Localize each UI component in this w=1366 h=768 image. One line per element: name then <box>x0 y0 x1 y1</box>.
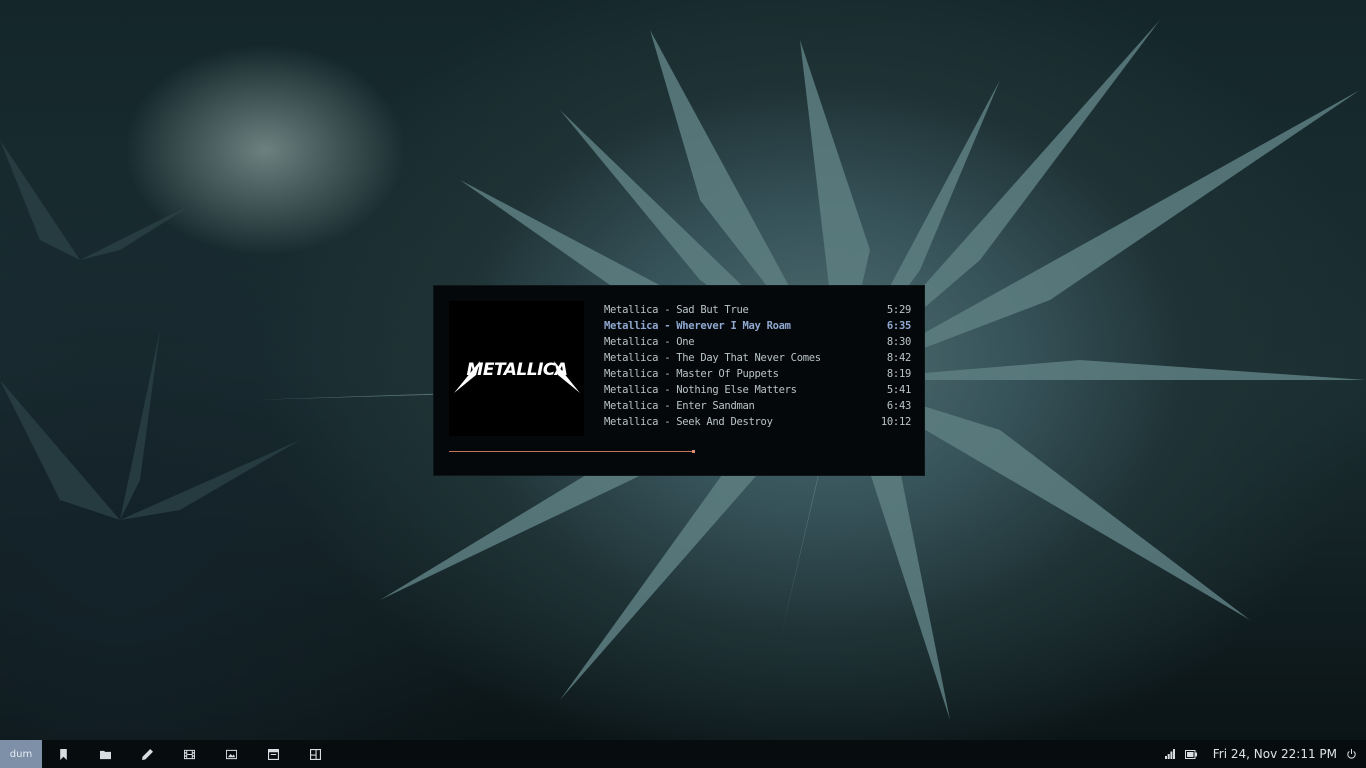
track-title: Metallica - Wherever I May Roam <box>604 320 791 332</box>
track-duration: 6:35 <box>886 320 911 332</box>
playlist-track[interactable]: Metallica - Seek And Destroy 10:12 <box>604 414 911 430</box>
window-icon <box>267 748 279 760</box>
track-duration: 6:43 <box>886 400 911 412</box>
music-player-window: METALLICA Metallica - Sad But True 5:29 … <box>433 285 925 476</box>
track-title: Metallica - One <box>604 336 695 348</box>
track-title: Metallica - Nothing Else Matters <box>604 384 797 396</box>
layout-icon <box>309 748 321 760</box>
playlist-track[interactable]: Metallica - Master Of Puppets 8:19 <box>604 366 911 382</box>
track-title: Metallica - Master Of Puppets <box>604 368 779 380</box>
playlist: Metallica - Sad But True 5:29 Metallica … <box>604 302 911 430</box>
playlist-track[interactable]: Metallica - Sad But True 5:29 <box>604 302 911 318</box>
playback-progress-fill <box>449 450 695 453</box>
video-launcher[interactable] <box>168 740 210 768</box>
image-icon <box>225 749 237 759</box>
playback-progress-bar[interactable] <box>449 450 911 453</box>
battery-icon[interactable] <box>1184 749 1197 759</box>
track-title: Metallica - Seek And Destroy <box>604 416 773 428</box>
film-icon <box>183 749 195 759</box>
editor-launcher[interactable] <box>126 740 168 768</box>
workspace-button[interactable]: dum <box>0 740 42 768</box>
signal-bars-icon[interactable] <box>1164 749 1175 759</box>
album-art: METALLICA <box>449 301 584 436</box>
track-duration: 8:30 <box>886 336 911 348</box>
track-title: Metallica - Enter Sandman <box>604 400 755 412</box>
metallica-logo: METALLICA <box>453 360 580 393</box>
track-title: Metallica - Sad But True <box>604 304 749 316</box>
folder-launcher[interactable] <box>84 740 126 768</box>
playlist-track[interactable]: Metallica - The Day That Never Comes 8:4… <box>604 350 911 366</box>
track-duration: 5:29 <box>886 304 911 316</box>
system-tray: Fri 24, Nov 22:11 PM <box>1164 740 1366 768</box>
playlist-track[interactable]: Metallica - Enter Sandman 6:43 <box>604 398 911 414</box>
playlist-track[interactable]: Metallica - One 8:30 <box>604 334 911 350</box>
pencil-icon <box>141 748 153 760</box>
layout-launcher[interactable] <box>294 740 336 768</box>
track-duration: 10:12 <box>880 416 911 428</box>
playlist-track[interactable]: Metallica - Nothing Else Matters 5:41 <box>604 382 911 398</box>
taskbar: dum Fri 24, Nov 22:11 PM <box>0 740 1366 768</box>
track-duration: 8:19 <box>886 368 911 380</box>
playlist-track[interactable]: Metallica - Wherever I May Roam 6:35 <box>604 318 911 334</box>
svg-text:METALLICA: METALLICA <box>466 360 567 380</box>
track-duration: 8:42 <box>886 352 911 364</box>
track-duration: 5:41 <box>886 384 911 396</box>
window-launcher[interactable] <box>252 740 294 768</box>
image-viewer-launcher[interactable] <box>210 740 252 768</box>
folder-icon <box>99 750 111 759</box>
clock[interactable]: Fri 24, Nov 22:11 PM <box>1213 747 1337 761</box>
bookmark-icon <box>59 748 67 760</box>
bookmark-launcher[interactable] <box>42 740 84 768</box>
track-title: Metallica - The Day That Never Comes <box>604 352 821 364</box>
power-icon[interactable] <box>1347 749 1356 759</box>
